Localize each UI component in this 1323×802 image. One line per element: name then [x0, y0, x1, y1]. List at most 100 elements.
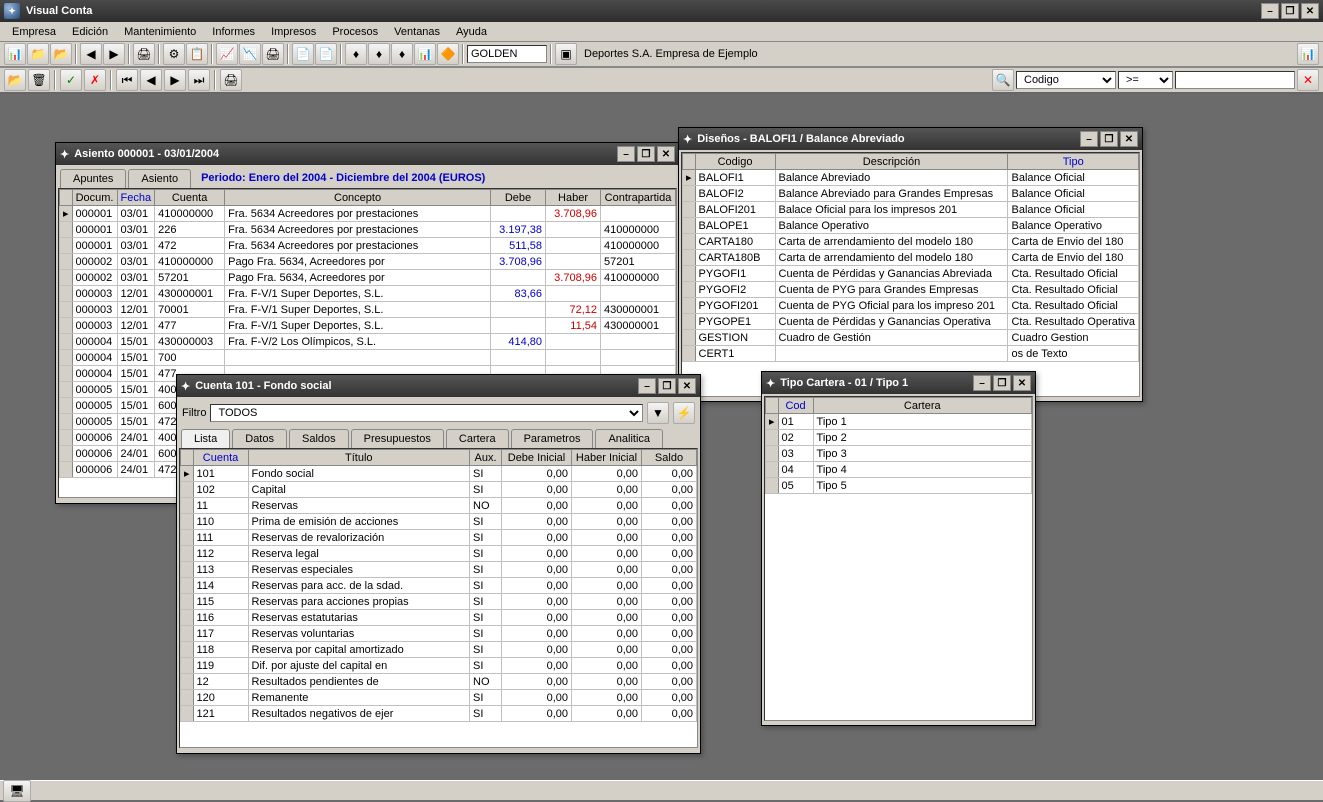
- table-row[interactable]: 00000312/01477Fra. F-V/1 Super Deportes,…: [60, 318, 676, 334]
- next-button[interactable]: ▶: [164, 69, 186, 91]
- tab-apuntes[interactable]: Apuntes: [60, 169, 126, 188]
- tab-cartera[interactable]: Cartera: [446, 429, 509, 448]
- window-minimize[interactable]: –: [617, 146, 635, 162]
- tool-button[interactable]: ▶: [103, 43, 125, 65]
- tool-button[interactable]: 📁: [27, 43, 49, 65]
- table-row[interactable]: 121Resultados negativos de ejerSI0,000,0…: [181, 706, 697, 722]
- table-row[interactable]: PYGOFI2Cuenta de PYG para Grandes Empres…: [683, 282, 1139, 298]
- table-row[interactable]: CARTA180Carta de arrendamiento del model…: [683, 234, 1139, 250]
- close-button[interactable]: ✕: [1301, 3, 1319, 19]
- table-row[interactable]: 116Reservas estatutariasSI0,000,000,00: [181, 610, 697, 626]
- table-row[interactable]: BALOFI201Balace Oficial para los impreso…: [683, 202, 1139, 218]
- company-button[interactable]: ▣: [555, 43, 577, 65]
- tool-button[interactable]: 🖨: [262, 43, 284, 65]
- last-button[interactable]: ⏭: [188, 69, 210, 91]
- menu-ventanas[interactable]: Ventanas: [386, 24, 448, 40]
- window-close[interactable]: ✕: [657, 146, 675, 162]
- first-button[interactable]: ⏮: [116, 69, 138, 91]
- tool-button[interactable]: 🔶: [437, 43, 459, 65]
- table-row[interactable]: 120RemanenteSI0,000,000,00: [181, 690, 697, 706]
- menu-impresos[interactable]: Impresos: [263, 24, 324, 40]
- table-row[interactable]: ▸00000103/01410000000Fra. 5634 Acreedore…: [60, 206, 676, 222]
- tool-button[interactable]: ♦: [391, 43, 413, 65]
- disenos-grid[interactable]: CodigoDescripciónTipo▸BALOFI1Balance Abr…: [682, 153, 1139, 362]
- table-row[interactable]: 114Reservas para acc. de la sdad.SI0,000…: [181, 578, 697, 594]
- open-button[interactable]: 📂: [4, 69, 26, 91]
- table-row[interactable]: 110Prima de emisión de accionesSI0,000,0…: [181, 514, 697, 530]
- menu-informes[interactable]: Informes: [204, 24, 263, 40]
- menu-edición[interactable]: Edición: [64, 24, 116, 40]
- table-row[interactable]: 05Tipo 5: [766, 478, 1032, 494]
- tab-saldos[interactable]: Saldos: [289, 429, 349, 448]
- window-titlebar[interactable]: ✦ Tipo Cartera - 01 / Tipo 1 – ❐ ✕: [762, 372, 1035, 394]
- table-row[interactable]: 111Reservas de revalorizaciónSI0,000,000…: [181, 530, 697, 546]
- tool-button[interactable]: ⚙: [163, 43, 185, 65]
- tool-button[interactable]: 📄: [315, 43, 337, 65]
- window-close[interactable]: ✕: [1013, 375, 1031, 391]
- window-maximize[interactable]: ❐: [993, 375, 1011, 391]
- search-value-input[interactable]: [1175, 71, 1295, 89]
- window-close[interactable]: ✕: [1120, 131, 1138, 147]
- tool-button[interactable]: 📄: [292, 43, 314, 65]
- window-minimize[interactable]: –: [638, 378, 656, 394]
- table-row[interactable]: 00000203/01410000000Pago Fra. 5634, Acre…: [60, 254, 676, 270]
- table-row[interactable]: PYGOPE1Cuenta de Pérdidas y Ganancias Op…: [683, 314, 1139, 330]
- code-input[interactable]: [467, 45, 547, 63]
- tool-button[interactable]: 📂: [50, 43, 72, 65]
- clear-search-button[interactable]: ✕: [1297, 69, 1319, 91]
- table-row[interactable]: 112Reserva legalSI0,000,000,00: [181, 546, 697, 562]
- table-row[interactable]: 115Reservas para acciones propiasSI0,000…: [181, 594, 697, 610]
- table-row[interactable]: CERT1os de Texto: [683, 346, 1139, 362]
- tab-analitica[interactable]: Analitica: [595, 429, 663, 448]
- print-button[interactable]: 🖨: [220, 69, 242, 91]
- search-op-select[interactable]: >=: [1118, 71, 1173, 89]
- table-row[interactable]: 02Tipo 2: [766, 430, 1032, 446]
- tool-button[interactable]: 🖨: [133, 43, 155, 65]
- tab-datos[interactable]: Datos: [232, 429, 287, 448]
- check-button[interactable]: ✓: [60, 69, 82, 91]
- cancel-button[interactable]: ✗: [84, 69, 106, 91]
- cartera-grid[interactable]: CodCartera▸01Tipo 102Tipo 203Tipo 304Tip…: [765, 397, 1032, 494]
- window-maximize[interactable]: ❐: [1100, 131, 1118, 147]
- window-titlebar[interactable]: ✦ Diseños - BALOFI1 / Balance Abreviado …: [679, 128, 1142, 150]
- table-row[interactable]: BALOPE1Balance OperativoBalance Operativ…: [683, 218, 1139, 234]
- table-row[interactable]: GESTIONCuadro de GestiónCuadro Gestion: [683, 330, 1139, 346]
- window-minimize[interactable]: –: [1080, 131, 1098, 147]
- menu-ayuda[interactable]: Ayuda: [448, 24, 495, 40]
- menu-procesos[interactable]: Procesos: [324, 24, 386, 40]
- table-row[interactable]: 04Tipo 4: [766, 462, 1032, 478]
- table-row[interactable]: 03Tipo 3: [766, 446, 1032, 462]
- search-field-select[interactable]: Codigo: [1016, 71, 1116, 89]
- table-row[interactable]: 119Dif. por ajuste del capital enSI0,000…: [181, 658, 697, 674]
- tool-button[interactable]: ♦: [368, 43, 390, 65]
- tool-button[interactable]: 📊: [4, 43, 26, 65]
- tab-lista[interactable]: Lista: [181, 429, 230, 448]
- table-row[interactable]: 118Reserva por capital amortizadoSI0,000…: [181, 642, 697, 658]
- table-row[interactable]: 00000415/01700: [60, 350, 676, 366]
- cuenta-grid[interactable]: CuentaTítuloAux.Debe InicialHaber Inicia…: [180, 449, 697, 722]
- table-row[interactable]: CARTA180BCarta de arrendamiento del mode…: [683, 250, 1139, 266]
- filter-apply-button[interactable]: ▼: [647, 402, 669, 424]
- taskbar-button[interactable]: 🖥: [3, 780, 31, 802]
- table-row[interactable]: PYGOFI1Cuenta de Pérdidas y Ganancias Ab…: [683, 266, 1139, 282]
- table-row[interactable]: PYGOFI201Cuenta de PYG Oficial para los …: [683, 298, 1139, 314]
- table-row[interactable]: 00000312/01430000001Fra. F-V/1 Super Dep…: [60, 286, 676, 302]
- exit-button[interactable]: 📊: [1297, 43, 1319, 65]
- table-row[interactable]: 00000103/01472Fra. 5634 Acreedores por p…: [60, 238, 676, 254]
- delete-button[interactable]: 🗑: [28, 69, 50, 91]
- table-row[interactable]: ▸01Tipo 1: [766, 414, 1032, 430]
- menu-empresa[interactable]: Empresa: [4, 24, 64, 40]
- table-row[interactable]: ▸101Fondo socialSI0,000,000,00: [181, 466, 697, 482]
- tool-button[interactable]: 📊: [414, 43, 436, 65]
- window-minimize[interactable]: –: [973, 375, 991, 391]
- table-row[interactable]: 00000203/0157201Pago Fra. 5634, Acreedor…: [60, 270, 676, 286]
- search-icon[interactable]: 🔍: [992, 69, 1014, 91]
- table-row[interactable]: 117Reservas voluntariasSI0,000,000,00: [181, 626, 697, 642]
- prev-button[interactable]: ◀: [140, 69, 162, 91]
- menu-mantenimiento[interactable]: Mantenimiento: [116, 24, 204, 40]
- minimize-button[interactable]: –: [1261, 3, 1279, 19]
- tool-button[interactable]: 📋: [186, 43, 208, 65]
- tool-button[interactable]: 📈: [216, 43, 238, 65]
- tab-presupuestos[interactable]: Presupuestos: [351, 429, 444, 448]
- maximize-button[interactable]: ❐: [1281, 3, 1299, 19]
